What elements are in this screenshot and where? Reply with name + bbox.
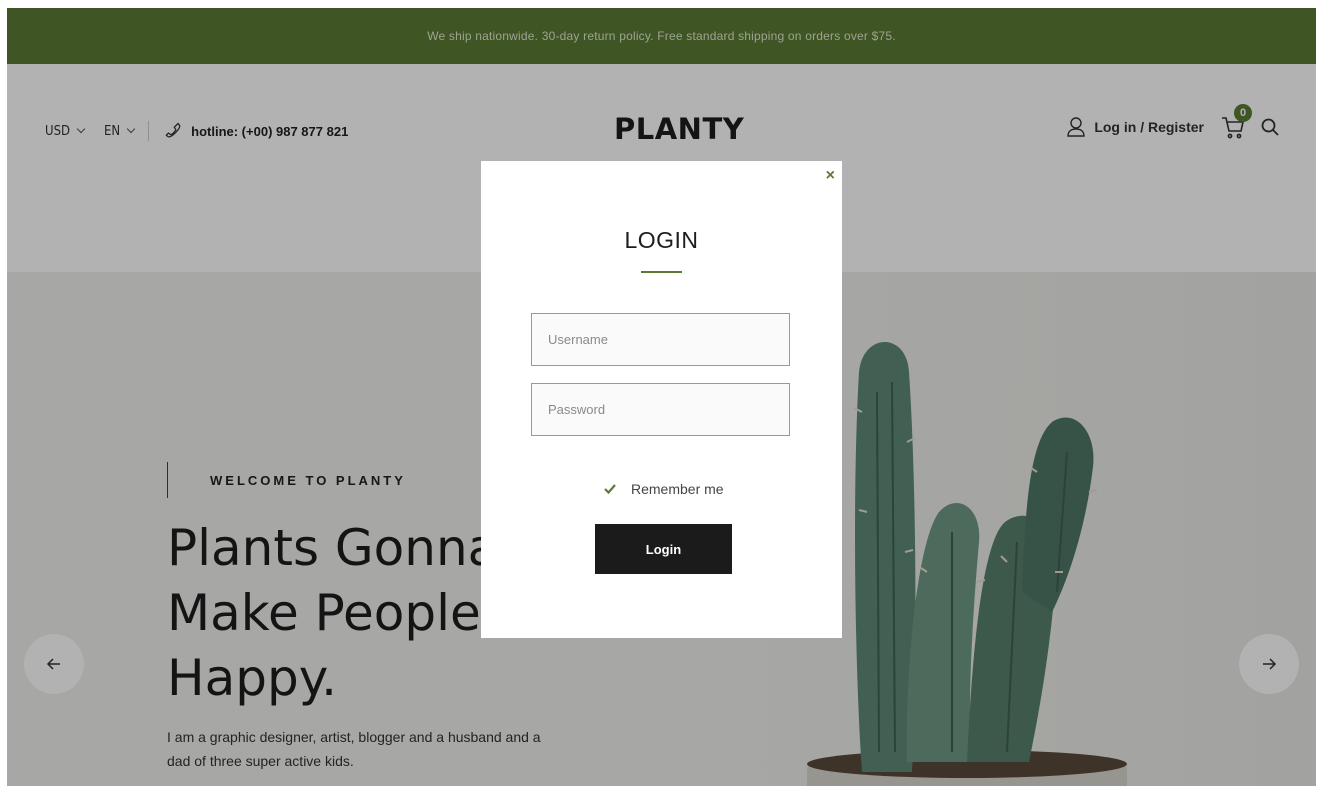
title-underline	[641, 271, 682, 273]
remember-me-label: Remember me	[631, 481, 724, 497]
remember-me-checkbox[interactable]: Remember me	[603, 481, 724, 497]
login-modal: × LOGIN Remember me Login	[481, 161, 842, 638]
username-input[interactable]	[531, 313, 790, 366]
modal-title: LOGIN	[624, 227, 699, 253]
page: We ship nationwide. 30-day return policy…	[7, 8, 1316, 786]
checkmark-icon	[604, 484, 616, 495]
password-input[interactable]	[531, 383, 790, 436]
login-button[interactable]: Login	[595, 524, 732, 574]
close-icon[interactable]: ×	[826, 167, 835, 185]
